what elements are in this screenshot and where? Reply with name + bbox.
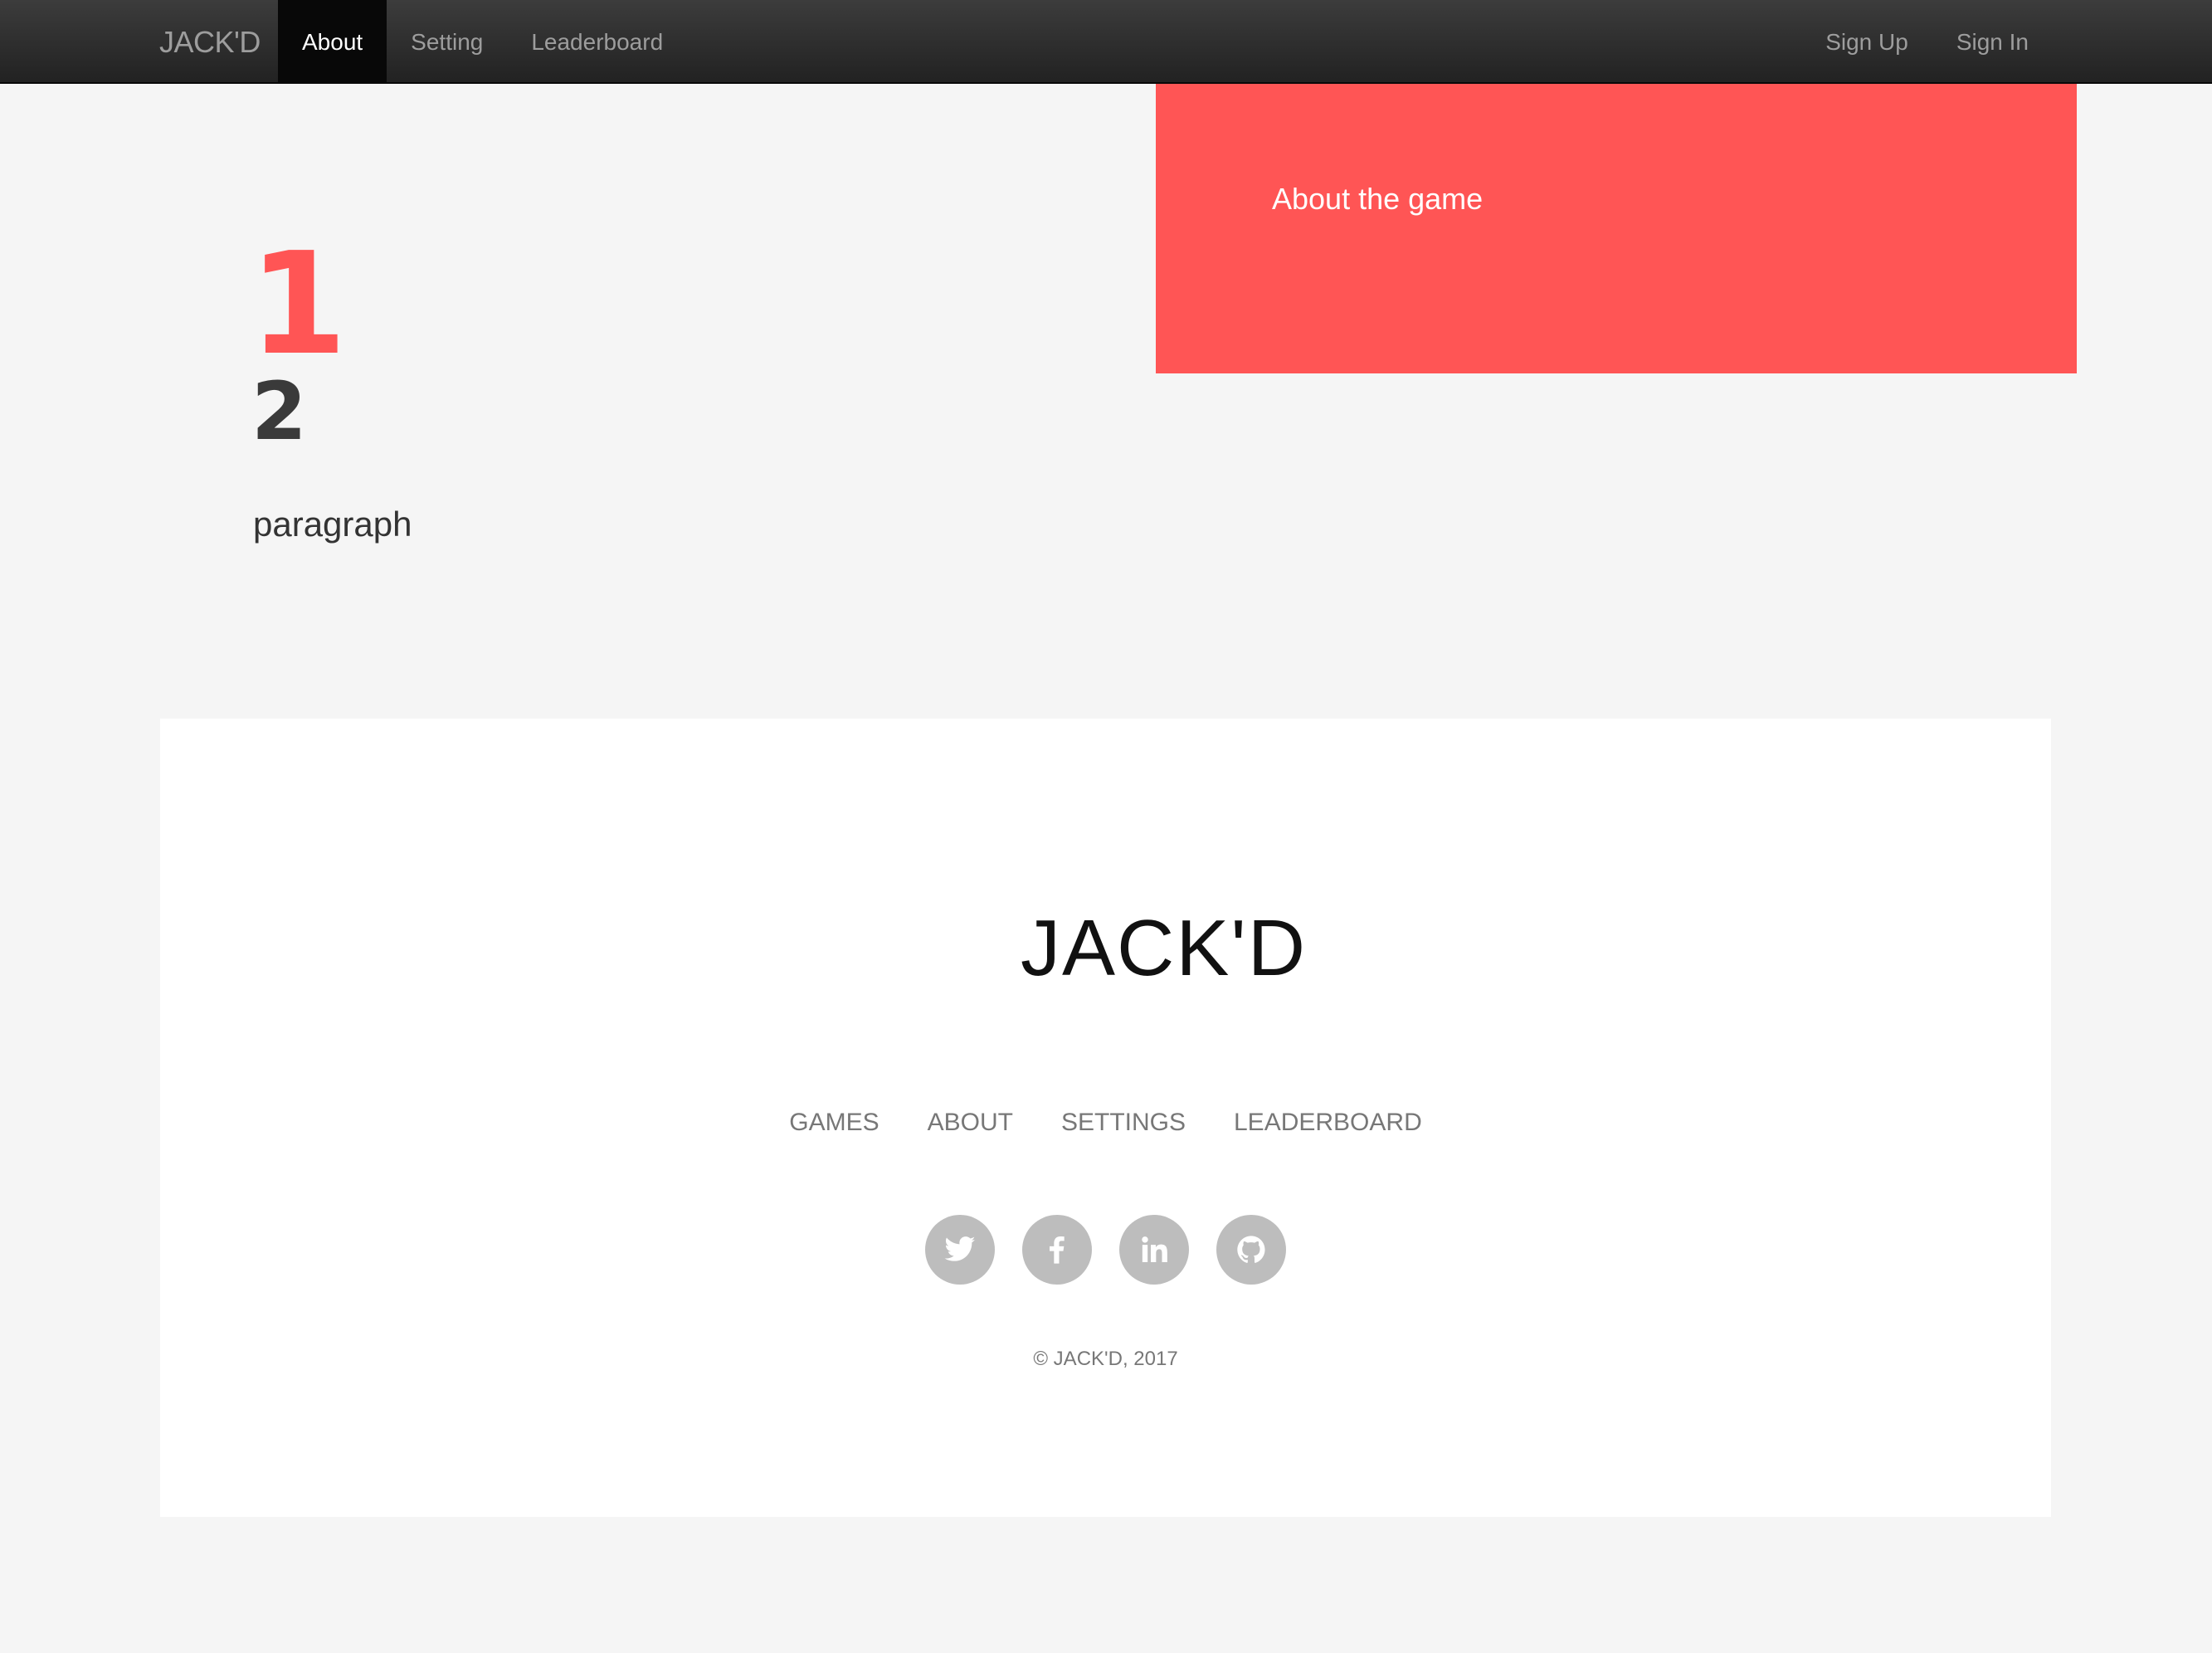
- linkedin-button[interactable]: [1119, 1215, 1189, 1285]
- footer-link-settings[interactable]: SETTINGS: [1061, 1109, 1186, 1137]
- nav-right-menu: Sign Up Sign In: [1801, 0, 2053, 84]
- heading-number-one: 1: [249, 222, 348, 387]
- nav-item-about[interactable]: About: [278, 0, 387, 84]
- github-button[interactable]: [1216, 1215, 1286, 1285]
- twitter-button[interactable]: [925, 1215, 995, 1285]
- nav-item-setting[interactable]: Setting: [387, 0, 507, 84]
- github-icon: [1237, 1236, 1265, 1263]
- nav-item-leaderboard[interactable]: Leaderboard: [507, 0, 687, 84]
- nav-item-sign-up[interactable]: Sign Up: [1801, 0, 1932, 84]
- facebook-icon: [1050, 1236, 1065, 1264]
- footer-logo: JACK'D: [1020, 904, 1308, 992]
- social-links: [160, 1215, 2051, 1285]
- top-navbar: JACK'D About Setting Leaderboard Sign Up…: [0, 0, 2212, 84]
- footer-link-games[interactable]: GAMES: [789, 1109, 879, 1137]
- nav-item-sign-in[interactable]: Sign In: [1932, 0, 2053, 84]
- footer-link-leaderboard[interactable]: LEADERBOARD: [1234, 1109, 1422, 1137]
- nav-left-menu: About Setting Leaderboard: [278, 0, 687, 84]
- about-game-title: About the game: [1272, 182, 1484, 216]
- heading-number-two: 2: [251, 365, 307, 458]
- hero-paragraph: paragraph: [253, 505, 412, 544]
- footer-nav: GAMES ABOUT SETTINGS LEADERBOARD: [160, 1109, 2051, 1137]
- site-footer: JACK'D GAMES ABOUT SETTINGS LEADERBOARD: [160, 719, 2051, 1517]
- linkedin-icon: [1142, 1236, 1167, 1262]
- facebook-button[interactable]: [1022, 1215, 1092, 1285]
- brand-logo-link[interactable]: JACK'D: [159, 0, 261, 84]
- copyright-text: © JACK'D, 2017: [1033, 1348, 1178, 1370]
- twitter-icon: [944, 1236, 976, 1261]
- footer-link-about[interactable]: ABOUT: [928, 1109, 1013, 1137]
- about-game-panel: About the game: [1156, 84, 2077, 373]
